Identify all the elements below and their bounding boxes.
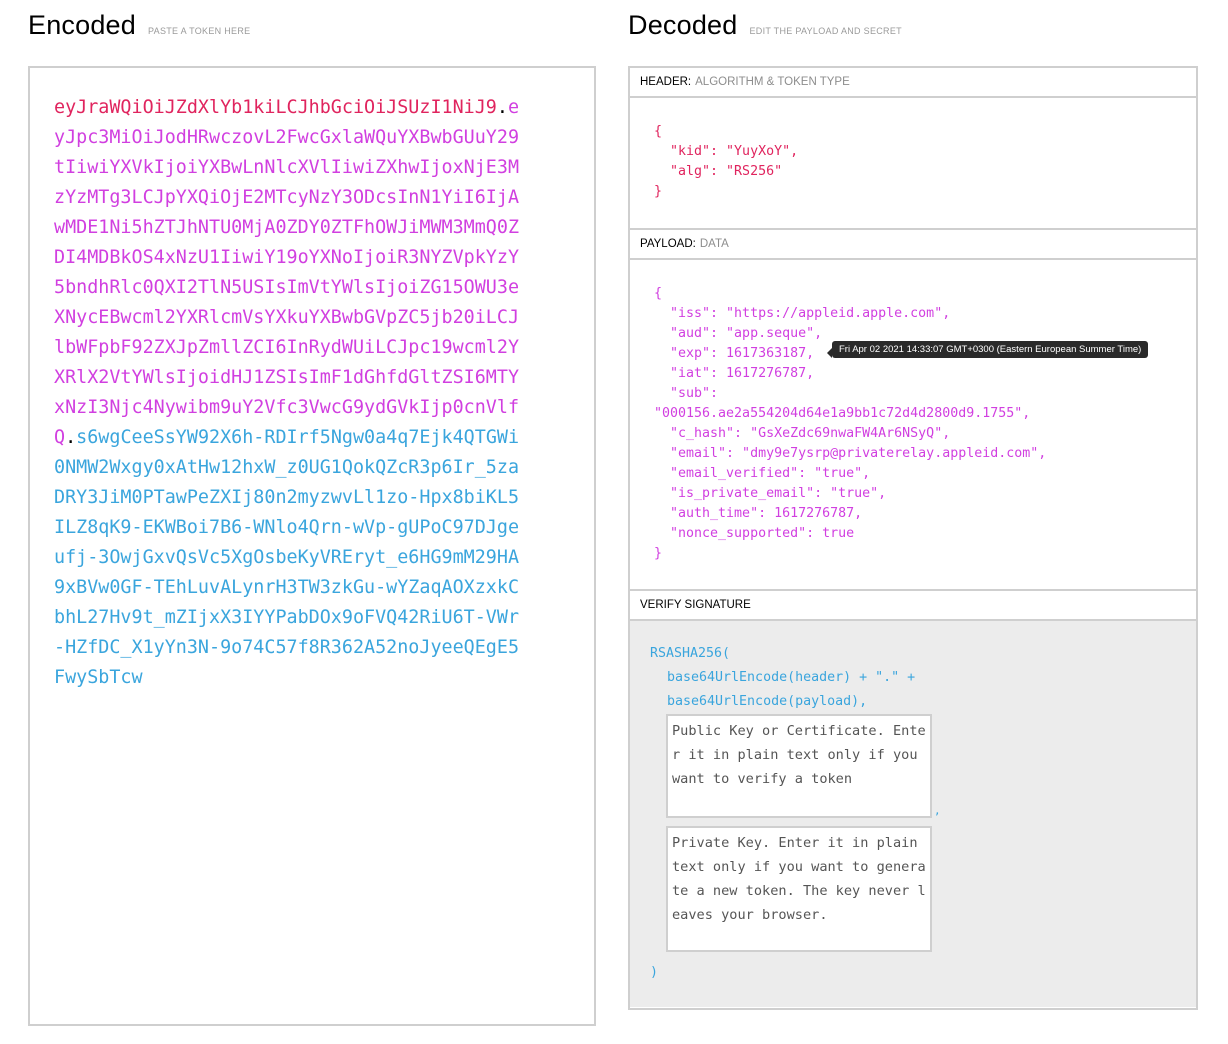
encoded-title: Encoded: [28, 10, 136, 40]
encoded-subtitle: PASTE A TOKEN HERE: [148, 26, 251, 36]
header-json-editor[interactable]: { "kid": "YuyXoY", "alg": "RS256" }: [630, 98, 1196, 230]
header-json[interactable]: { "kid": "YuyXoY", "alg": "RS256" }: [630, 98, 1196, 202]
verify-label: VERIFY SIGNATURE: [640, 599, 751, 611]
payload-section-label: PAYLOAD: DATA: [630, 230, 1196, 260]
token-signature-part: s6wgCeeSsYW92X6h-RDIrf5Ngw0a4q7Ejk4QTGWi…: [54, 427, 520, 688]
sig-payload-expr: base64UrlEncode(payload),: [667, 694, 868, 709]
header-sublabel: ALGORITHM & TOKEN TYPE: [695, 76, 850, 88]
verify-section-label: VERIFY SIGNATURE: [630, 591, 1196, 621]
payload-json-editor[interactable]: { "iss": "https://appleid.apple.com", "a…: [630, 260, 1196, 591]
private-key-input[interactable]: Private Key. Enter it in plain text only…: [666, 826, 932, 952]
header-label: HEADER:: [640, 76, 692, 88]
token-dot-separator: .: [496, 97, 508, 118]
public-key-input[interactable]: Public Key or Certificate. Enter it in p…: [666, 714, 932, 818]
decoded-panel: HEADER: ALGORITHM & TOKEN TYPE { "kid": "…: [628, 66, 1198, 1010]
decoded-heading: Decoded EDIT THE PAYLOAD AND SECRET: [628, 10, 902, 41]
token-payload-part: eyJpc3MiOiJodHRwczovL2FwcGxlaWQuYXBwbGUu…: [54, 97, 520, 448]
sig-header-expr: base64UrlEncode(header) + "." +: [667, 670, 916, 685]
token-dot-separator: .: [65, 427, 77, 448]
sig-comma: ,: [934, 804, 941, 817]
token-header-part: eyJraWQiOiJZdXlYb1kiLCJhbGciOiJSUzI1NiJ9: [54, 97, 497, 118]
payload-label: PAYLOAD:: [640, 238, 696, 250]
payload-json[interactable]: { "iss": "https://appleid.apple.com", "a…: [630, 260, 1196, 564]
verify-signature-body: RSASHA256( base64UrlEncode(header) + "."…: [630, 621, 1196, 1007]
encoded-heading: Encoded PASTE A TOKEN HERE: [28, 10, 250, 41]
decoded-title: Decoded: [628, 10, 738, 40]
decoded-subtitle: EDIT THE PAYLOAD AND SECRET: [749, 26, 902, 36]
payload-sublabel: DATA: [699, 238, 729, 250]
encoded-token-text[interactable]: eyJraWQiOiJZdXlYb1kiLCJhbGciOiJSUzI1NiJ9…: [54, 93, 524, 693]
exp-date-tooltip: Fri Apr 02 2021 14:33:07 GMT+0300 (Easte…: [826, 341, 1149, 358]
sig-close-paren: ): [650, 965, 659, 980]
header-section-label: HEADER: ALGORITHM & TOKEN TYPE: [630, 68, 1196, 98]
encoded-token-editor[interactable]: eyJraWQiOiJZdXlYb1kiLCJhbGciOiJSUzI1NiJ9…: [28, 66, 596, 1026]
sig-function-name: RSASHA256(: [650, 646, 731, 661]
